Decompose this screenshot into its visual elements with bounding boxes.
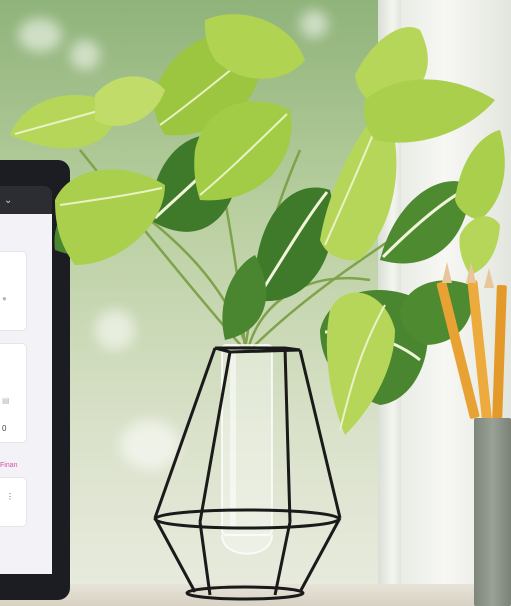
leaf xyxy=(326,292,395,435)
leaf xyxy=(455,130,505,220)
leaf xyxy=(222,255,267,340)
leaf xyxy=(363,79,495,143)
leaf xyxy=(459,216,500,275)
leaf xyxy=(95,76,165,126)
pencil-cup xyxy=(474,418,511,606)
leaf xyxy=(55,169,165,265)
plant-illustration xyxy=(10,14,505,601)
glass-test-tube xyxy=(221,344,273,555)
photo-scene: ⌄ ● ▤ 0 Finan ⋮ xyxy=(0,0,511,606)
